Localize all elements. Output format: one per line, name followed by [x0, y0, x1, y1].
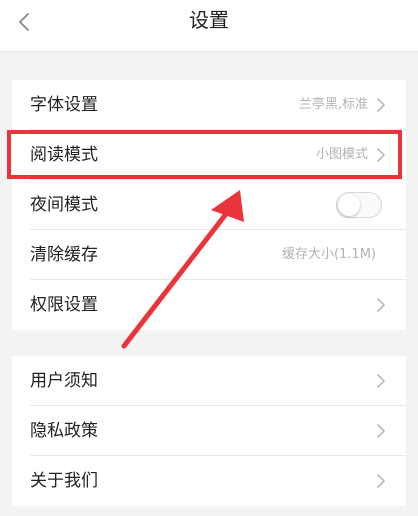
clear-cache-label: 清除缓存	[30, 245, 98, 265]
night-mode-label: 夜间模式	[30, 195, 98, 215]
permissions-row[interactable]: 权限设置	[12, 280, 406, 330]
user-notice-label: 用户须知	[30, 371, 98, 391]
settings-group: 字体设置 兰亭黑,标准 阅读模式 小图模式 夜间模式 清除缓存 缓存大小(1.1…	[12, 80, 406, 330]
chevron-right-icon	[377, 474, 385, 488]
font-settings-row[interactable]: 字体设置 兰亭黑,标准	[12, 80, 406, 130]
clear-cache-row[interactable]: 清除缓存 缓存大小(1.1M)	[12, 230, 406, 280]
about-us-row[interactable]: 关于我们	[12, 456, 406, 506]
font-settings-value: 兰亭黑,标准	[298, 97, 368, 112]
user-notice-row[interactable]: 用户须知	[12, 356, 406, 406]
chevron-right-icon	[377, 424, 385, 438]
permissions-label: 权限设置	[30, 295, 98, 315]
chevron-right-icon	[377, 374, 385, 388]
nav-bar: 设置	[0, 0, 418, 52]
privacy-policy-row[interactable]: 隐私政策	[12, 406, 406, 456]
reading-mode-label: 阅读模式	[30, 145, 98, 165]
cache-size-value: 缓存大小(1.1M)	[281, 247, 376, 262]
about-us-label: 关于我们	[30, 471, 98, 491]
page-title: 设置	[189, 8, 229, 32]
privacy-policy-label: 隐私政策	[30, 421, 98, 441]
chevron-right-icon	[377, 298, 385, 312]
chevron-right-icon	[377, 148, 385, 162]
night-mode-row: 夜间模式	[12, 180, 406, 230]
reading-mode-value: 小图模式	[315, 147, 368, 162]
reading-mode-row[interactable]: 阅读模式 小图模式	[12, 130, 406, 180]
toggle-knob	[338, 194, 360, 216]
font-settings-label: 字体设置	[30, 95, 98, 115]
about-group: 用户须知 隐私政策 关于我们	[12, 356, 406, 506]
night-mode-toggle[interactable]	[336, 192, 382, 218]
chevron-right-icon	[377, 98, 385, 112]
